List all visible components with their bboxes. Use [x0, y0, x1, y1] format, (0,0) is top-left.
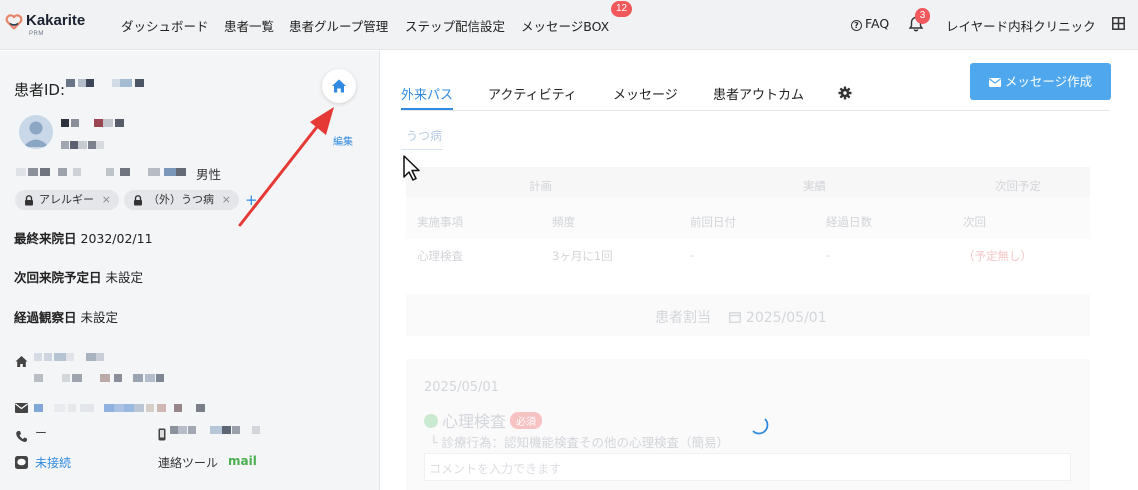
tag-allergy-remove[interactable]: ×	[102, 190, 111, 210]
question-circle-icon: ?	[851, 20, 862, 31]
tab-message[interactable]: メッセージ	[613, 84, 678, 103]
avatar-icon	[23, 121, 49, 147]
plan-table-group-header	[406, 167, 1090, 197]
card-date: 2025/05/01	[424, 380, 499, 395]
next-visit-row: 次回来院予定日 未設定	[14, 267, 143, 286]
grid-icon[interactable]	[1112, 17, 1125, 30]
observation-label: 経過観察日	[14, 310, 77, 325]
table-group-plan: 計画	[529, 179, 552, 193]
table-row-frequency: 3ヶ月に1回	[552, 249, 613, 263]
table-row-elapsed: -	[826, 248, 831, 262]
logo-subtext: PRM	[29, 31, 44, 37]
logo-text: Kakarite	[26, 12, 86, 29]
mobile-icon	[158, 428, 166, 441]
envelope-icon	[988, 78, 1001, 87]
create-message-button[interactable]: メッセージ作成	[970, 63, 1111, 100]
last-visit-value: 2032/02/11	[80, 231, 153, 246]
table-col-last-date: 前回日付	[690, 215, 736, 229]
patient-id-label: 患者ID:	[14, 81, 66, 99]
nav-patient-group[interactable]: 患者グループ管理	[289, 16, 388, 35]
subtab-depression[interactable]: うつ病	[406, 127, 442, 144]
gear-icon[interactable]	[838, 86, 852, 100]
patient-gender: 男性	[196, 167, 222, 182]
lock-icon	[134, 195, 142, 206]
table-group-actual: 実績	[803, 179, 826, 193]
table-group-next: 次回予定	[995, 179, 1041, 193]
create-message-label: メッセージ作成	[1004, 74, 1093, 89]
tab-outpatient-path[interactable]: 外来パス	[401, 84, 453, 103]
nav-patient-list[interactable]: 患者一覧	[224, 16, 274, 35]
tag-allergy-label: アレルギー	[39, 193, 94, 206]
table-col-elapsed: 経過日数	[826, 215, 872, 229]
required-badge: 必須	[510, 412, 543, 429]
line-icon	[15, 456, 28, 469]
contact-tool-value: mail	[228, 454, 257, 468]
table-col-next: 次回	[963, 215, 986, 229]
table-row-next: （予定無し）	[963, 249, 1032, 263]
nav-message-box[interactable]: メッセージBOX	[521, 16, 609, 35]
tag-depression-label: （外）うつ病	[148, 193, 214, 206]
comment-input[interactable]: コメントを入力できます	[424, 453, 1071, 481]
table-row-item: 心理検査	[417, 249, 463, 263]
card-sub-item: └ 診療行為：認知機能検査その他の心理検査（簡易）	[430, 435, 730, 450]
notification-badge: 3	[915, 8, 930, 24]
mail-icon	[15, 403, 28, 413]
assignment-title: 患者割当 2025/05/01	[655, 307, 827, 327]
loading-spinner-icon	[752, 418, 769, 435]
subtab-underline	[401, 149, 443, 150]
tag-depression[interactable]: （外）うつ病 ×	[124, 190, 239, 210]
faq-link[interactable]: ? FAQ	[851, 16, 889, 31]
table-row-last-date: -	[690, 248, 695, 262]
home-button[interactable]	[322, 69, 356, 103]
line-status-link[interactable]: 未接続	[35, 454, 71, 471]
house-icon	[15, 356, 28, 367]
top-navigation: Kakarite PRM ダッシュボード 患者一覧 患者グループ管理 ステップ配…	[0, 0, 1138, 50]
last-visit-row: 最終来院日 2032/02/11	[14, 228, 153, 247]
app-logo[interactable]: Kakarite PRM	[5, 12, 100, 40]
nav-step-delivery[interactable]: ステップ配信設定	[405, 16, 505, 35]
card-item: 心理検査 必須	[424, 408, 543, 432]
tab-activity[interactable]: アクティビティ	[488, 84, 577, 103]
observation-value: 未設定	[80, 310, 119, 325]
assignment-date: 2025/05/01	[745, 310, 827, 326]
next-visit-value: 未設定	[105, 270, 144, 285]
next-visit-label: 次回来院予定日	[14, 270, 102, 285]
main-content: 外来パス アクティビティ メッセージ 患者アウトカム メッセージ作成 うつ病 計…	[381, 51, 1138, 490]
table-col-frequency: 頻度	[552, 215, 575, 229]
contact-tool-label: 連絡ツール	[158, 456, 219, 470]
card-item-label: 心理検査	[442, 412, 507, 431]
check-circle-icon	[424, 414, 438, 428]
tabs-divider	[401, 110, 1109, 111]
table-col-item: 実施事項	[417, 215, 463, 229]
patient-avatar	[19, 115, 53, 149]
message-box-badge: 12	[611, 1, 632, 17]
calendar-icon	[729, 312, 742, 323]
mouse-cursor-icon	[403, 155, 420, 181]
lock-icon	[25, 195, 33, 206]
tag-allergy[interactable]: アレルギー ×	[15, 190, 119, 210]
annotation-arrow	[238, 107, 334, 227]
faq-label: FAQ	[865, 16, 890, 31]
home-icon	[332, 79, 346, 93]
last-visit-label: 最終来院日	[14, 231, 77, 246]
heart-logo-icon	[5, 14, 23, 30]
assignment-label: 患者割当	[655, 310, 711, 326]
plan-table	[406, 167, 1090, 239]
phone-icon	[16, 431, 27, 442]
tab-patient-outcome[interactable]: 患者アウトカム	[713, 84, 804, 103]
phone-value: ー	[35, 426, 48, 440]
observation-row: 経過観察日 未設定	[14, 307, 118, 326]
nav-dashboard[interactable]: ダッシュボード	[121, 16, 209, 35]
clinic-name-menu[interactable]: レイヤード内科クリニック	[946, 16, 1096, 35]
